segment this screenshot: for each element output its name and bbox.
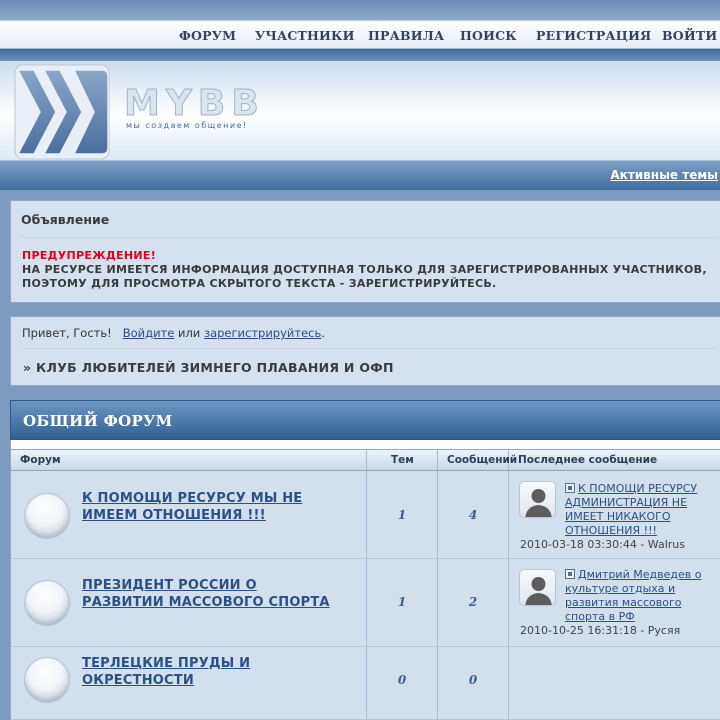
register-link[interactable]: зарегистрируйтесь	[204, 326, 321, 340]
table-row: ТЕРЛЕЦКИЕ ПРУДЫ И ОКРЕСТНОСТИ 0 0	[10, 647, 720, 720]
warning-heading: ПРЕДУПРЕЖДЕНИЕ!	[22, 249, 157, 262]
table-row: К ПОМОЩИ РЕСУРСУ МЫ НЕ ИМЕЕМ ОТНОШЕНИЯ !…	[10, 471, 720, 559]
breadcrumb-board-name[interactable]: КЛУБ ЛЮБИТЕЛЕЙ ЗИМНЕГО ПЛАВАНИЯ И ОФП	[36, 360, 394, 375]
column-topics: Тем	[391, 454, 414, 466]
last-post-meta: 2010-10-25 16:31:18 - Русяя	[520, 624, 681, 637]
nav-rules[interactable]: ПРАВИЛА	[368, 28, 444, 43]
forum-title-link[interactable]: ТЕРЛЕЦКИЕ ПРУДЫ И ОКРЕСТНОСТИ	[82, 655, 342, 689]
logo-name[interactable]: MYBB	[124, 83, 265, 125]
column-divider	[366, 559, 367, 646]
forum-section-title: ОБЩИЙ ФОРУМ	[23, 412, 173, 430]
sub-bar: Активные темы	[0, 160, 720, 190]
forum-section-header: ОБЩИЙ ФОРУМ	[10, 400, 720, 440]
forum-table-header: Форум Тем Сообщений Последнее сообщение	[10, 449, 720, 471]
main-nav: ФОРУМ УЧАСТНИКИ ПРАВИЛА ПОИСК РЕГИСТРАЦИ…	[0, 20, 720, 49]
nav-band	[0, 49, 720, 61]
greeting-line: Привет, Гость! Войдите или зарегистрируй…	[22, 326, 325, 340]
warning-body: НА РЕСУРСЕ ИМЕЕТСЯ ИНФОРМАЦИЯ ДОСТУПНАЯ …	[22, 263, 707, 290]
column-divider	[437, 450, 438, 470]
topics-count: 1	[397, 508, 407, 522]
active-topics-link[interactable]: Активные темы	[610, 168, 718, 182]
posts-count: 0	[468, 673, 478, 687]
table-row: ПРЕЗИДЕНТ РОССИИ О РАЗВИТИИ МАССОВОГО СП…	[10, 559, 720, 647]
post-icon	[565, 483, 575, 493]
breadcrumb-arrow: »	[23, 360, 32, 375]
nav-members[interactable]: УЧАСТНИКИ	[255, 28, 355, 43]
column-divider	[508, 471, 509, 558]
nav-login[interactable]: ВОЙТИ	[662, 28, 717, 43]
post-icon	[565, 569, 575, 579]
last-post-title[interactable]: К ПОМОЩИ РЕСУРСУ АДМИНИСТРАЦИЯ НЕ ИМЕЕТ …	[565, 482, 697, 537]
column-divider	[508, 647, 509, 719]
last-post-title[interactable]: Дмитрий Медведев о культуре отдыха и раз…	[565, 568, 701, 623]
user-avatar-icon	[519, 481, 556, 518]
forum-status-icon	[24, 657, 70, 703]
divider	[21, 237, 718, 238]
column-divider	[437, 559, 438, 646]
last-post-link[interactable]: К ПОМОЩИ РЕСУРСУ АДМИНИСТРАЦИЯ НЕ ИМЕЕТ …	[565, 482, 715, 538]
column-divider	[508, 559, 509, 646]
section-gap	[10, 440, 720, 449]
forum-title-link[interactable]: К ПОМОЩИ РЕСУРСУ МЫ НЕ ИМЕЕМ ОТНОШЕНИЯ !…	[82, 490, 342, 524]
or-text: или	[177, 326, 201, 340]
column-forum: Форум	[20, 454, 61, 466]
column-divider	[437, 471, 438, 558]
forum-title-link[interactable]: ПРЕЗИДЕНТ РОССИИ О РАЗВИТИИ МАССОВОГО СП…	[82, 577, 342, 611]
logo-slogan: мы создаем общение!	[126, 121, 248, 130]
period-text: .	[321, 326, 325, 340]
last-post-meta: 2010-03-18 03:30:44 - Walrus	[520, 538, 685, 551]
welcome-panel: Привет, Гость! Войдите или зарегистрируй…	[10, 316, 720, 386]
nav-forum[interactable]: ФОРУМ	[179, 28, 236, 43]
column-divider	[437, 647, 438, 719]
column-divider	[366, 647, 367, 719]
column-divider	[366, 471, 367, 558]
login-link[interactable]: Войдите	[123, 326, 175, 340]
posts-count: 4	[468, 508, 478, 522]
greeting-text: Привет, Гость!	[22, 326, 112, 340]
logo-chevrons-icon[interactable]	[14, 64, 110, 160]
column-divider	[366, 450, 367, 470]
posts-count: 2	[468, 595, 478, 609]
column-last-post: Последнее сообщение	[518, 454, 658, 466]
nav-register[interactable]: РЕГИСТРАЦИЯ	[536, 28, 651, 43]
last-post-link[interactable]: Дмитрий Медведев о культуре отдыха и раз…	[565, 568, 715, 624]
top-strip	[0, 0, 720, 20]
forum-status-icon	[24, 493, 70, 539]
topics-count: 0	[397, 673, 407, 687]
breadcrumb: » КЛУБ ЛЮБИТЕЛЕЙ ЗИМНЕГО ПЛАВАНИЯ И ОФП	[23, 360, 394, 375]
announcement-panel: Объявление ПРЕДУПРЕЖДЕНИЕ! НА РЕСУРСЕ ИМ…	[10, 200, 720, 303]
topics-count: 1	[397, 595, 407, 609]
nav-search[interactable]: ПОИСК	[460, 28, 517, 43]
forum-status-icon	[24, 580, 70, 626]
announcement-title: Объявление	[21, 212, 110, 227]
user-avatar-icon	[519, 569, 556, 606]
divider	[21, 348, 718, 349]
site-header: MYBB мы создаем общение!	[0, 61, 720, 160]
column-posts: Сообщений	[447, 454, 518, 466]
